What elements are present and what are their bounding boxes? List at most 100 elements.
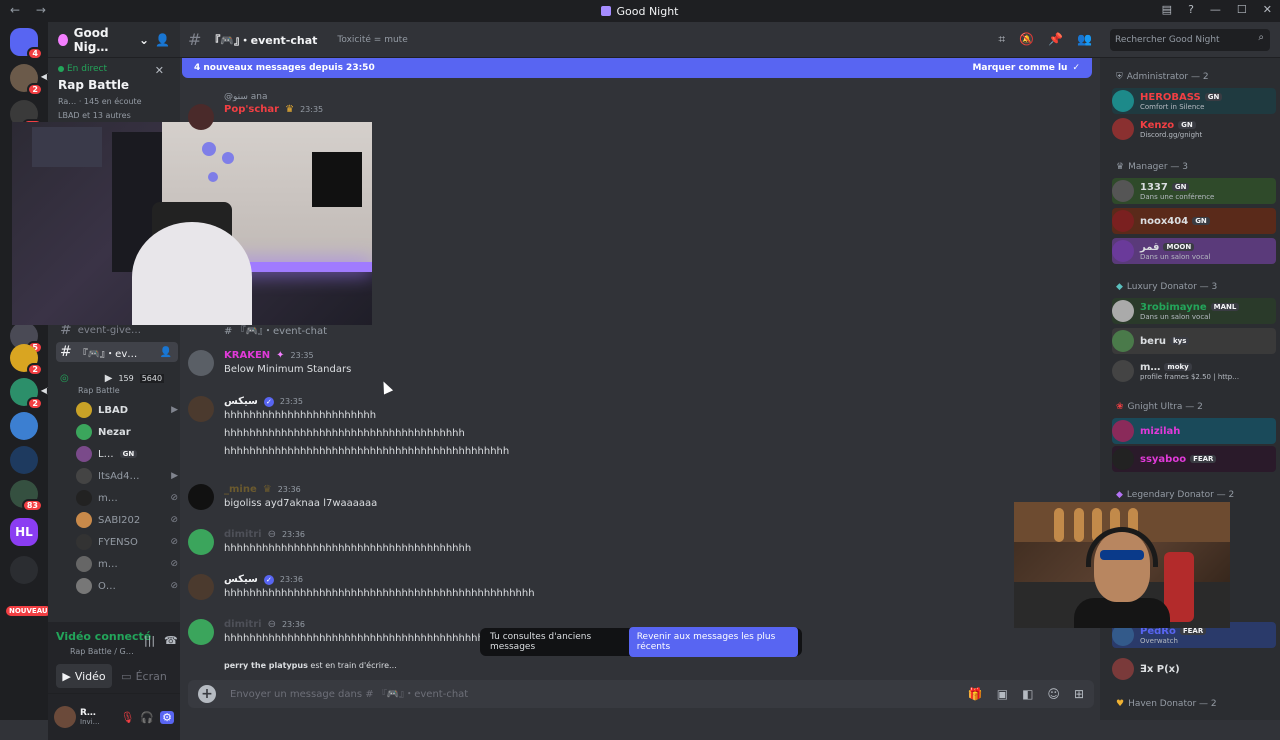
sticker-icon[interactable]: ◧	[1022, 687, 1033, 701]
disconnect-icon[interactable]: ☎	[164, 634, 178, 647]
search-input[interactable]	[1110, 29, 1270, 51]
threads-icon[interactable]: ⌗	[998, 32, 1005, 47]
avatar[interactable]	[188, 396, 214, 422]
close-button[interactable]: ✕	[1263, 3, 1272, 16]
voice-status-sub[interactable]: Rap Battle / G…	[70, 647, 134, 656]
mute-icon[interactable]: 🔕	[1019, 32, 1034, 47]
voice-user[interactable]: Nezar	[76, 422, 178, 442]
guild-icon[interactable]: 2 ◀)	[10, 64, 50, 96]
voice-user[interactable]: ItsAd4… ▶	[76, 466, 178, 486]
avatar[interactable]	[188, 574, 214, 600]
server-icon	[58, 33, 68, 46]
message-author[interactable]: dimitri	[224, 529, 262, 540]
avatar	[1112, 118, 1134, 140]
members-icon[interactable]: 👥	[1077, 32, 1092, 47]
voice-user[interactable]: SABI202 ⊘	[76, 510, 178, 530]
message-input[interactable]	[230, 688, 950, 700]
crown-icon: ♛	[262, 484, 272, 495]
member-item[interactable]: m… moky profile frames $2.50 | http…	[1112, 358, 1276, 384]
member-item[interactable]: 1337 GN Dans une conférence	[1112, 178, 1276, 204]
avatar[interactable]	[188, 619, 214, 645]
channel-mention[interactable]: # 『🎮』・event-chat	[224, 322, 327, 337]
discord-home-icon[interactable]: 4	[10, 28, 43, 60]
member-info: beru kys	[1140, 336, 1190, 347]
gear-icon[interactable]: ⚙	[160, 710, 174, 724]
message-author[interactable]: Pop'schar	[224, 104, 279, 115]
message-author[interactable]: dimitri	[224, 619, 262, 630]
reply-reference[interactable]: @سنو ana	[224, 92, 268, 102]
voice-user[interactable]: FYENSO ⊘	[76, 532, 178, 552]
mic-muted-icon[interactable]: 🎙	[120, 711, 134, 724]
member-item[interactable]: mizilah	[1112, 418, 1276, 444]
member-item[interactable]: Kenzo GN Discord.gg/gnight	[1112, 116, 1276, 142]
channel-topic[interactable]: Toxicité = mute	[337, 35, 407, 45]
webcam-preview[interactable]	[1014, 502, 1230, 628]
nav-arrows[interactable]: ← →	[10, 3, 52, 17]
channel-event-chat[interactable]: # 『🎮』・ev… 👤	[56, 342, 178, 362]
guild-icon[interactable]	[10, 412, 38, 440]
guild-folder-icon[interactable]: 83	[10, 480, 43, 512]
guild-icon[interactable]: 2	[10, 344, 43, 376]
voice-user[interactable]: O… ⊘	[76, 576, 178, 596]
guild-hl-icon[interactable]: HL	[10, 518, 38, 546]
pin-icon[interactable]: 📌	[1048, 32, 1063, 47]
member-item[interactable]: beru kys	[1112, 328, 1276, 354]
voice-user[interactable]: LBAD ▶	[76, 400, 178, 420]
message-author[interactable]: KRAKEN	[224, 350, 270, 361]
member-item[interactable]: قمر MOON Dans un salon vocal	[1112, 238, 1276, 264]
folder-icon[interactable]	[10, 556, 38, 584]
new-messages-bar[interactable]: 4 nouveaux messages depuis 23:50 Marquer…	[182, 58, 1092, 78]
user-info[interactable]: R… Invi…	[80, 708, 100, 726]
member-info: 1337 GN Dans une conférence	[1140, 182, 1214, 201]
noise-icon[interactable]: |||	[144, 634, 155, 647]
message-time: 23:35	[279, 397, 303, 406]
message-text: hhhhhhhhhhhhhhhhhhhhhhhh	[224, 410, 377, 421]
avatar[interactable]	[54, 706, 76, 728]
maximize-button[interactable]: ☐	[1237, 3, 1247, 16]
jump-to-present-button[interactable]: Revenir aux messages les plus récents	[628, 627, 798, 657]
voice-user-name: SABI202	[98, 514, 141, 526]
voice-user-name: m…	[98, 558, 118, 570]
apps-icon[interactable]: ⊞	[1074, 687, 1084, 701]
avatar[interactable]	[188, 104, 214, 130]
emoji-icon[interactable]: ☺	[1047, 687, 1060, 701]
guild-icon[interactable]	[10, 446, 38, 474]
headset-icon[interactable]: 🎧	[140, 711, 154, 724]
member-item[interactable]: ssyaboo FEAR	[1112, 446, 1276, 472]
muted-icon: ⊘	[170, 581, 178, 591]
voice-user[interactable]: m… ⊘	[76, 488, 178, 508]
search-icon[interactable]: ⌕	[1258, 32, 1264, 43]
message-author[interactable]: _mine	[224, 484, 257, 495]
member-item[interactable]: ∃x P(x)	[1112, 656, 1276, 682]
server-header[interactable]: Good Nig… ⌄ 👤	[48, 22, 180, 58]
member-item[interactable]: 3robimayne MANL Dans un salon vocal	[1112, 298, 1276, 324]
guild-icon[interactable]: 2 ◀)	[10, 378, 50, 410]
message-author[interactable]: سيكس	[224, 574, 258, 585]
voice-user[interactable]: L… GN	[76, 444, 178, 464]
role-tag: MOON	[1163, 243, 1195, 251]
avatar[interactable]	[188, 529, 214, 555]
minimize-button[interactable]: —	[1210, 3, 1221, 16]
message-author[interactable]: سيكس	[224, 396, 258, 407]
live-stage-card[interactable]: En direct Rap Battle ✕ Ra… · 145 en écou…	[48, 58, 180, 126]
avatar[interactable]	[188, 484, 214, 510]
screen-icon: ▭	[121, 669, 132, 683]
close-icon[interactable]: ✕	[155, 64, 164, 77]
message-composer: + 🎁 ▣ ◧ ☺ ⊞	[188, 680, 1094, 708]
add-user-icon[interactable]: 👤	[155, 33, 170, 47]
screen-share-button[interactable]: ▭ Écran	[116, 664, 172, 688]
gift-icon[interactable]: 🎁	[968, 687, 983, 701]
gif-icon[interactable]: ▣	[997, 687, 1008, 701]
video-button[interactable]: ▶ Vidéo	[56, 664, 112, 688]
role-tag: GN	[1171, 183, 1190, 191]
voice-user[interactable]: m… ⊘	[76, 554, 178, 574]
mark-read-button[interactable]: Marquer comme lu ✓	[972, 63, 1080, 73]
member-item[interactable]: noox404 GN	[1112, 208, 1276, 234]
inbox-icon[interactable]: ▤	[1162, 3, 1172, 16]
avatar[interactable]	[188, 350, 214, 376]
add-member-icon[interactable]: 👤	[160, 347, 172, 358]
member-status: Comfort in Silence	[1140, 102, 1205, 111]
help-icon[interactable]: ?	[1188, 3, 1194, 16]
add-attachment-button[interactable]: +	[198, 685, 216, 703]
member-item[interactable]: HEROBASS GN Comfort in Silence	[1112, 88, 1276, 114]
